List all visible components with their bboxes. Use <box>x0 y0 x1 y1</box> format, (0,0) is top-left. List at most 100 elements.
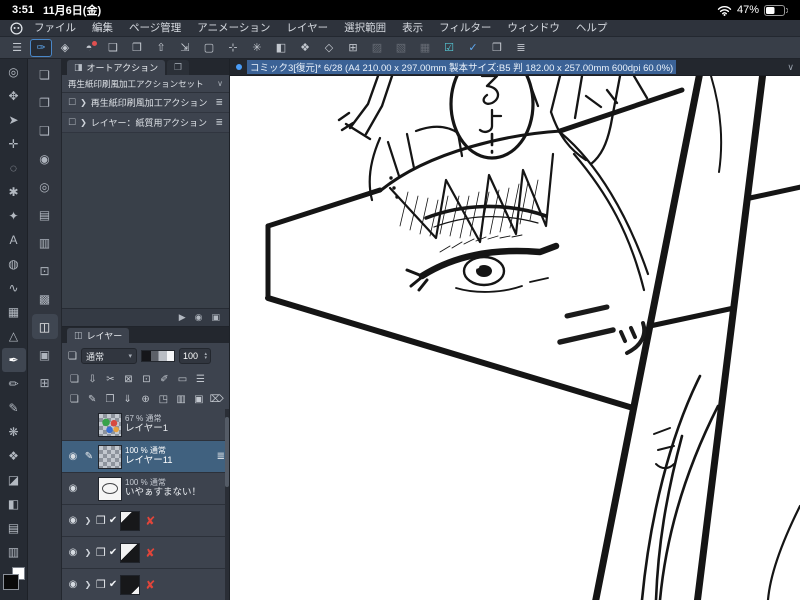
menu-item-selection[interactable]: 選択範囲 <box>336 20 394 37</box>
layer-thumbnail[interactable] <box>120 542 141 563</box>
layer-menu-icon[interactable]: ☰ <box>192 371 209 387</box>
menu-item-window[interactable]: ウィンドウ <box>499 20 568 37</box>
canvas[interactable] <box>230 76 800 600</box>
blend-mode-select[interactable]: 通常 ▾ <box>80 348 137 364</box>
pen-tool-icon[interactable]: ✒ <box>1 348 26 372</box>
snap-perspective-icon[interactable]: ◇ <box>318 39 340 57</box>
visibility-toggle[interactable]: ◉ <box>66 579 80 590</box>
layer-thumbnail[interactable] <box>120 574 141 595</box>
opacity-stepper[interactable]: 100 ▴ ▾ <box>178 348 211 364</box>
spinner-down-icon[interactable]: ▾ <box>204 356 207 361</box>
new-folder-icon[interactable]: ❒ <box>102 391 119 407</box>
visibility-toggle[interactable]: ◉ <box>66 483 80 494</box>
apply-mask-icon[interactable]: ▥ <box>173 391 190 407</box>
menu-item-layer[interactable]: レイヤー <box>278 20 336 37</box>
action-checkbox-icon[interactable]: ☐ <box>68 117 76 128</box>
action-set-select[interactable]: 再生紙印刷風加工アクションセット ∨ <box>62 75 229 93</box>
gradient-tool-icon[interactable]: ▥ <box>2 540 26 564</box>
visibility-toggle[interactable]: ◉ <box>66 547 80 558</box>
layer-folder-row-3[interactable]: ◉ ❯ ❒ ✔ ✘ <box>62 569 229 600</box>
select-rectangle-icon[interactable]: ▢ <box>198 39 220 57</box>
action-menu-icon[interactable]: ≣ <box>215 97 223 108</box>
save-file-icon[interactable]: ❐ <box>126 39 148 57</box>
folder-expand-icon[interactable]: ❯ <box>83 548 93 557</box>
ruler-range-icon[interactable]: ▭ <box>174 371 191 387</box>
layer-panel-icon[interactable]: ◫ <box>31 314 58 339</box>
layer-row-balloon[interactable]: ◉ 100 % 通常 いやぁすまない！ <box>62 473 229 505</box>
frame-border-tool-icon[interactable]: ▦ <box>2 300 26 324</box>
layer-property-panel-icon[interactable]: ▣ <box>32 342 58 367</box>
menu-item-page-management[interactable]: ページ管理 <box>121 20 189 37</box>
menu-item-view[interactable]: 表示 <box>394 20 431 37</box>
transfer-down-icon[interactable]: ⇓ <box>119 391 136 407</box>
menu-item-file[interactable]: ファイル <box>26 20 84 37</box>
layer-thumbnail[interactable] <box>98 476 122 501</box>
panel-list-icon[interactable]: ≣ <box>510 39 532 57</box>
action-item-2[interactable]: ☐ ❯ レイヤー：紙質用アクション ≣ <box>62 113 229 133</box>
balloon-tool-icon[interactable]: ◍ <box>2 252 26 276</box>
action-menu-icon[interactable]: ≣ <box>215 117 223 128</box>
command-bar-menu-icon[interactable]: ☰ <box>6 39 28 57</box>
chevron-right-icon[interactable]: ❯ <box>80 118 87 127</box>
eraser-tool-icon[interactable]: ◪ <box>2 468 26 492</box>
menu-item-filter[interactable]: フィルター <box>431 20 499 37</box>
layer-row-layer1[interactable]: 67 % 通常 レイヤー1 <box>62 409 229 441</box>
layer-thumbnail[interactable] <box>98 412 122 437</box>
brush-tool-icon[interactable]: ✎ <box>2 396 26 420</box>
sub-view-panel-icon[interactable]: ⊡ <box>32 258 58 283</box>
crop-icon[interactable]: ◧ <box>270 39 292 57</box>
vector-check-icon[interactable]: ✓ <box>462 39 484 57</box>
new-raster-layer-icon[interactable]: ❏ <box>66 391 83 407</box>
decoration-tool-icon[interactable]: ❖ <box>2 444 26 468</box>
timelapse-record-icon[interactable]: ◓ <box>78 39 100 57</box>
blend-tool-icon[interactable]: ◧ <box>2 492 26 516</box>
grid-view-icon[interactable]: ⊞ <box>342 39 364 57</box>
airbrush-tool-icon[interactable]: ❋ <box>2 420 26 444</box>
material-b-icon[interactable]: ▧ <box>390 39 412 57</box>
blend-through-icon[interactable]: ❏ <box>66 371 83 387</box>
lock-layer-icon[interactable]: ⊠ <box>120 371 137 387</box>
layer-row-layer11-selected[interactable]: ◉ ✎ 100 % 通常 レイヤー11 ≣ <box>62 441 229 473</box>
play-action-icon[interactable]: ▶ <box>179 312 186 323</box>
new-vector-layer-icon[interactable]: ✎ <box>84 391 101 407</box>
ruler-tool-icon[interactable]: △ <box>2 324 26 348</box>
new-canvas-icon[interactable]: ❑ <box>102 39 124 57</box>
delete-layer-icon[interactable]: ⌦ <box>208 391 225 407</box>
enable-draft-icon[interactable]: ✐ <box>156 371 173 387</box>
tool-property-panel-icon[interactable]: ❑ <box>32 118 58 143</box>
line-tool-icon[interactable]: ∿ <box>2 276 26 300</box>
material-a-icon[interactable]: ▨ <box>366 39 388 57</box>
sub-tool-panel-icon[interactable]: ❐ <box>32 90 58 115</box>
menu-item-help[interactable]: ヘルプ <box>568 20 616 37</box>
main-color-chip[interactable] <box>2 574 19 590</box>
record-action-icon[interactable]: ◉ <box>195 312 203 323</box>
document-title-bar[interactable]: コミック3[復元]* 6/28 (A4 210.00 x 297.00mm 製本… <box>230 59 800 76</box>
tab-stub[interactable]: ❐ <box>167 60 190 75</box>
layer-thumbnail[interactable] <box>98 444 122 469</box>
tab-layer[interactable]: ◫ レイヤー <box>67 328 130 343</box>
brush-shape-preview[interactable] <box>140 350 175 362</box>
color-chips[interactable] <box>1 566 27 596</box>
reference-cut-icon[interactable]: ✂ <box>102 371 119 387</box>
selection-tool-icon[interactable]: ◌ <box>2 156 26 180</box>
deselect-icon[interactable]: ⊹ <box>222 39 244 57</box>
auto-select-tool-icon[interactable]: ✱ <box>2 180 26 204</box>
color-history-panel-icon[interactable]: ▥ <box>32 230 58 255</box>
merge-down-icon[interactable]: ⊕ <box>137 391 154 407</box>
fill-tool-icon[interactable]: ▤ <box>2 516 26 540</box>
material-c-icon[interactable]: ▦ <box>414 39 436 57</box>
material-panel-icon[interactable]: ⊞ <box>32 370 58 395</box>
action-item-1[interactable]: ☐ ❯ 再生紙印刷風加工アクション ≣ <box>62 93 229 113</box>
eyedropper-tool-icon[interactable]: ✦ <box>2 204 26 228</box>
layer-list-scrollbar[interactable] <box>225 409 229 600</box>
menu-item-animation[interactable]: アニメーション <box>189 20 278 37</box>
create-mask-icon[interactable]: ◳ <box>155 391 172 407</box>
layer-move-tool-icon[interactable]: ✛ <box>2 132 26 156</box>
operation-tool-icon[interactable]: ➤ <box>2 108 26 132</box>
tab-auto-action[interactable]: ◨ オートアクション <box>67 60 166 75</box>
pen-mode-icon[interactable]: ✑ <box>30 38 52 57</box>
layer-thumbnail[interactable] <box>120 510 141 531</box>
shape-mode-icon[interactable]: ◈ <box>54 39 76 57</box>
action-checkbox-icon[interactable]: ☐ <box>68 97 76 108</box>
snap-ruler-icon[interactable]: ❖ <box>294 39 316 57</box>
